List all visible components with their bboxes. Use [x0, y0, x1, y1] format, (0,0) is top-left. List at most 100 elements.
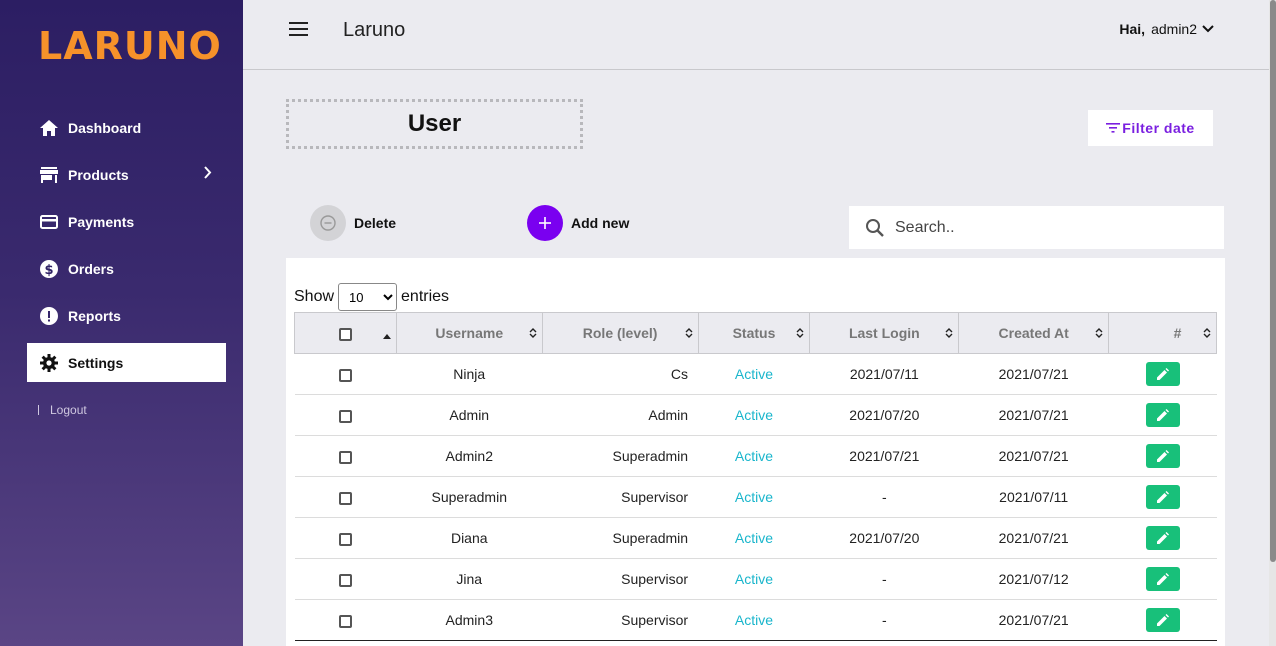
sidebar-item-label: Orders: [68, 260, 114, 277]
last-login-cell: -: [809, 476, 959, 518]
pencil-icon: [1156, 367, 1170, 381]
row-checkbox[interactable]: [338, 532, 352, 546]
role-cell: Supervisor: [542, 476, 699, 518]
pencil-icon: [1156, 572, 1170, 586]
filter-date-button[interactable]: Filter date: [1088, 110, 1213, 146]
sidebar-item-label: Dashboard: [68, 119, 142, 136]
delete-button[interactable]: Delete: [310, 205, 396, 241]
row-select-cell: [294, 435, 397, 477]
column-label: #: [1173, 325, 1182, 341]
table-row[interactable]: Admin2 Superadmin Active 2021/07/21 2021/07/…: [294, 435, 1217, 477]
edit-button[interactable]: [1145, 608, 1180, 632]
brand-logo[interactable]: LARUNO: [38, 24, 222, 68]
last-login-cell: -: [809, 558, 959, 600]
status-cell: Active: [698, 394, 810, 436]
sort-icon: [1095, 326, 1103, 342]
pencil-icon: [1156, 613, 1170, 627]
column-header-actions[interactable]: #: [1108, 312, 1217, 354]
logout-label: Logout: [50, 403, 87, 417]
scrollbar[interactable]: [1269, 0, 1276, 646]
row-checkbox[interactable]: [338, 573, 352, 587]
actions-cell: [1108, 353, 1217, 395]
table-row[interactable]: Superadmin Supervisor Active -2021/07/11: [294, 476, 1217, 518]
edit-button[interactable]: [1145, 526, 1180, 550]
page-size-select[interactable]: 10: [338, 283, 398, 311]
column-label: Username: [435, 325, 504, 341]
table-row[interactable]: Admin3 Supervisor Active -2021/07/21: [294, 599, 1217, 641]
sidebar-item-products[interactable]: Products: [27, 155, 226, 194]
page-title-box: User: [286, 99, 583, 149]
select-all-checkbox[interactable]: [338, 327, 352, 341]
row-select-cell: [294, 558, 397, 600]
pencil-icon: [1156, 531, 1170, 545]
row-checkbox[interactable]: [338, 409, 352, 423]
column-header-created-at[interactable]: Created At: [958, 312, 1110, 354]
sidebar-item-payments[interactable]: Payments: [27, 202, 226, 241]
sort-icon: [529, 326, 537, 342]
username-cell: Admin2: [396, 435, 543, 477]
edit-button[interactable]: [1145, 567, 1180, 591]
role-cell: Cs: [542, 353, 699, 395]
role-cell: Superadmin: [542, 517, 699, 559]
last-login-cell: 2021/07/11: [809, 353, 959, 395]
role-cell: Supervisor: [542, 558, 699, 600]
username-cell: Jina: [396, 558, 543, 600]
sort-icon: [945, 326, 953, 342]
column-header-username[interactable]: Username: [395, 312, 543, 354]
select-all-header[interactable]: [294, 312, 397, 354]
pencil-icon: [1156, 490, 1170, 504]
actions-cell: [1108, 599, 1217, 641]
menu-icon[interactable]: [289, 22, 308, 41]
edit-button[interactable]: [1145, 362, 1180, 386]
role-cell: Supervisor: [542, 599, 699, 641]
table-row[interactable]: Jina Supervisor Active -2021/07/12: [294, 558, 1217, 600]
sidebar-item-reports[interactable]: Reports: [27, 296, 226, 335]
chevron-right-icon: [204, 166, 212, 182]
row-checkbox[interactable]: [338, 614, 352, 628]
last-login-cell: 2021/07/21: [809, 435, 959, 477]
sidebar-item-settings[interactable]: Settings: [27, 343, 226, 382]
search-input[interactable]: [895, 218, 1195, 237]
sort-asc-icon: [382, 326, 391, 342]
table-row[interactable]: Ninja Cs Active 2021/07/11 2021/07/21: [294, 353, 1217, 395]
sort-icon: [796, 326, 804, 342]
username-cell: Admin3: [396, 599, 543, 641]
scrollbar-thumb[interactable]: [1270, 0, 1276, 562]
username-cell: Ninja: [396, 353, 543, 395]
column-header-role[interactable]: Role (level): [541, 312, 699, 354]
delete-label: Delete: [354, 215, 397, 231]
actions-cell: [1108, 435, 1217, 477]
column-header-status[interactable]: Status: [697, 312, 811, 354]
edit-button[interactable]: [1145, 485, 1180, 509]
column-header-last-login[interactable]: Last Login: [809, 312, 960, 354]
dollar-circle-icon: $: [39, 259, 59, 279]
status-cell: Active: [698, 517, 810, 559]
filter-icon: [1106, 123, 1122, 133]
row-checkbox[interactable]: [338, 368, 352, 382]
row-checkbox[interactable]: [338, 450, 352, 464]
sidebar-item-orders[interactable]: $ Orders: [27, 249, 226, 288]
row-select-cell: [294, 353, 397, 395]
table-row[interactable]: Diana Superadmin Active 2021/07/20 2021/07/2…: [294, 517, 1217, 559]
add-new-label: Add new: [571, 215, 630, 231]
add-new-button[interactable]: Add new: [527, 205, 629, 241]
users-table-card: Show 10 entries Username Role (level) St…: [286, 258, 1225, 646]
search-box: [849, 206, 1224, 249]
table-row[interactable]: Admin Admin Active 2021/07/20 2021/07/21: [294, 394, 1217, 436]
username: admin2: [1151, 21, 1197, 37]
sidebar-item-label: Settings: [68, 354, 124, 371]
pencil-icon: [1156, 449, 1170, 463]
plus-icon: [527, 205, 563, 241]
logout-link[interactable]: Logout: [38, 403, 87, 417]
row-checkbox[interactable]: [338, 491, 352, 505]
sidebar-item-dashboard[interactable]: Dashboard: [27, 108, 226, 147]
credit-card-icon: [39, 212, 59, 232]
status-cell: Active: [698, 599, 810, 641]
divider: [38, 405, 39, 415]
user-menu[interactable]: Hai, admin2: [1119, 21, 1214, 37]
minus-circle-icon: [310, 205, 346, 241]
row-select-cell: [294, 599, 397, 641]
edit-button[interactable]: [1145, 444, 1180, 468]
column-label: Last Login: [848, 325, 920, 341]
edit-button[interactable]: [1145, 403, 1180, 427]
